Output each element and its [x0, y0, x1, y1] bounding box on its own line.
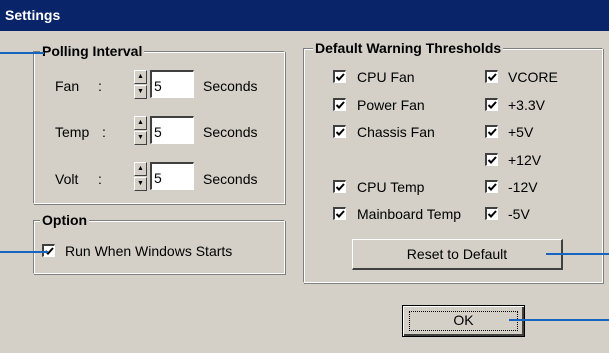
- volt-label: Volt: [55, 171, 79, 187]
- run-when-windows-starts-label: Run When Windows Starts: [65, 243, 233, 259]
- vcore-label: VCORE: [508, 69, 558, 85]
- option-legend: Option: [40, 212, 90, 228]
- fan-interval-input[interactable]: [150, 70, 194, 98]
- cpu-fan-label: CPU Fan: [357, 69, 415, 85]
- chassis-fan-label: Chassis Fan: [357, 124, 435, 140]
- power-fan-checkbox[interactable]: [333, 98, 346, 111]
- fan-spinner: ▲ ▼: [134, 70, 147, 102]
- vcore-checkbox[interactable]: [485, 70, 498, 83]
- checkmark-icon: [487, 183, 497, 191]
- settings-dialog: Settings Polling Interval Fan : ▲ ▼ Seco…: [0, 0, 609, 353]
- checkmark-icon: [487, 73, 497, 81]
- temp-label: Temp: [55, 124, 90, 140]
- reset-callout-line: [546, 253, 609, 255]
- fan-unit-label: Seconds: [203, 78, 258, 94]
- plus-3-3v-checkbox[interactable]: [485, 98, 498, 111]
- checkmark-icon: [487, 101, 497, 109]
- temp-colon: :: [102, 124, 106, 140]
- volt-spin-up-button[interactable]: ▲: [134, 162, 147, 176]
- checkmark-icon: [335, 101, 345, 109]
- ok-focus-rect: [409, 311, 518, 331]
- plus-12v-checkbox[interactable]: [485, 153, 498, 166]
- temp-spin-up-button[interactable]: ▲: [134, 116, 147, 130]
- reset-to-default-button[interactable]: Reset to Default: [352, 239, 563, 270]
- plus-12v-label: +12V: [508, 152, 542, 168]
- checkmark-icon: [335, 73, 345, 81]
- cpu-temp-checkbox[interactable]: [333, 180, 346, 193]
- checkmark-icon: [487, 156, 497, 164]
- fan-spin-up-button[interactable]: ▲: [134, 70, 147, 84]
- plus-5v-label: +5V: [508, 124, 534, 140]
- temp-spinner: ▲ ▼: [134, 116, 147, 148]
- polling-callout-line: [0, 52, 44, 54]
- plus-5v-checkbox[interactable]: [485, 125, 498, 138]
- fan-label: Fan: [55, 78, 80, 94]
- title-bar: Settings: [0, 0, 609, 31]
- temp-spin-down-button[interactable]: ▼: [134, 131, 147, 145]
- minus-5v-label: -5V: [508, 206, 530, 222]
- temp-unit-label: Seconds: [203, 124, 258, 140]
- window-title: Settings: [5, 7, 61, 23]
- volt-spinner: ▲ ▼: [134, 162, 147, 194]
- ok-callout-line: [509, 319, 609, 321]
- volt-unit-label: Seconds: [203, 171, 258, 187]
- temp-interval-input[interactable]: [150, 116, 194, 144]
- polling-interval-legend: Polling Interval: [40, 43, 145, 59]
- checkmark-icon: [335, 210, 345, 218]
- minus-5v-checkbox[interactable]: [485, 207, 498, 220]
- volt-colon: :: [98, 171, 102, 187]
- volt-interval-input[interactable]: [150, 162, 194, 190]
- cpu-fan-checkbox[interactable]: [333, 70, 346, 83]
- minus-12v-label: -12V: [508, 179, 538, 195]
- chassis-fan-checkbox[interactable]: [333, 125, 346, 138]
- minus-12v-checkbox[interactable]: [485, 180, 498, 193]
- warning-thresholds-legend: Default Warning Thresholds: [313, 40, 504, 56]
- checkmark-icon: [487, 128, 497, 136]
- checkmark-icon: [335, 128, 345, 136]
- plus-3-3v-label: +3.3V: [508, 97, 545, 113]
- option-callout-line: [0, 251, 48, 253]
- mainboard-temp-checkbox[interactable]: [333, 207, 346, 220]
- mainboard-temp-label: Mainboard Temp: [357, 206, 462, 222]
- checkmark-icon: [487, 210, 497, 218]
- cpu-temp-label: CPU Temp: [357, 179, 425, 195]
- power-fan-label: Power Fan: [357, 97, 425, 113]
- fan-spin-down-button[interactable]: ▼: [134, 85, 147, 99]
- checkmark-icon: [335, 183, 345, 191]
- fan-colon: :: [98, 78, 102, 94]
- reset-to-default-label: Reset to Default: [406, 246, 508, 262]
- volt-spin-down-button[interactable]: ▼: [134, 177, 147, 191]
